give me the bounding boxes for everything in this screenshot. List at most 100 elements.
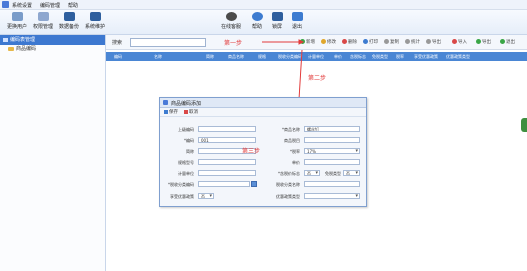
sidebar-item-product-code[interactable]: 商品编码 [0, 45, 105, 54]
online-support-button[interactable]: 在线客服 [218, 12, 244, 32]
column-header[interactable]: 含税标志 [350, 54, 366, 60]
pref-type-select[interactable] [304, 193, 360, 199]
column-header[interactable]: 商品名称 [228, 54, 244, 60]
monitor-icon [63, 12, 75, 21]
cancel-button[interactable]: 取消 [184, 109, 198, 115]
backup-button[interactable]: 数据备份 [56, 12, 82, 32]
add-icon [300, 39, 305, 44]
quit-icon [500, 39, 505, 44]
column-header[interactable]: 计量单位 [308, 54, 324, 60]
side-handle[interactable] [521, 118, 527, 132]
column-header[interactable]: 优惠政策类型 [446, 54, 470, 60]
column-header[interactable]: 单价 [334, 54, 342, 60]
exit-button[interactable]: 退出 [284, 12, 310, 32]
tax-item-label: 税收分类名称 [276, 182, 300, 187]
name-field[interactable]: 螺丝钉 [304, 126, 360, 132]
main-toolbar: 更换用户 权限管理 数据备份 系统维护 在线客服 帮助 锁屏 退出 [0, 10, 527, 35]
sidebar-title: 编码表管理 [10, 37, 36, 43]
column-header[interactable]: 税率 [396, 54, 404, 60]
price-field[interactable] [304, 159, 360, 165]
dialog-toolbar: 保存 取消 [160, 108, 366, 117]
exempt-type-select[interactable]: 否 [343, 170, 360, 176]
sidebar-item-label: 商品编码 [16, 46, 37, 52]
column-header[interactable]: 编码 [114, 54, 122, 60]
menu-system-settings[interactable]: 系统设置 [12, 2, 32, 9]
export-button[interactable]: 导出 [476, 39, 491, 45]
list-icon [3, 38, 8, 42]
grid-header: 编码 名称 简称 商品名称 规格 税收分类编码 计量单位 单价 含税标志 免税类… [106, 52, 527, 61]
preferential-select[interactable]: 否 [198, 193, 214, 199]
stats-button[interactable]: 统计 [405, 39, 420, 45]
cancel-icon [184, 109, 188, 114]
preferential-label: 享受优惠政策 [170, 194, 194, 199]
edit-icon [321, 39, 326, 44]
copy-button[interactable]: 复制 [384, 39, 399, 45]
tax-included-select[interactable]: 否 [304, 170, 320, 176]
column-header[interactable]: 规格 [258, 54, 266, 60]
tax-included-label: *含税价标志 [278, 171, 300, 176]
export-gray-button[interactable]: 导出 [426, 39, 441, 45]
stats-icon [405, 39, 410, 44]
window-icon [163, 100, 168, 105]
tax-item-field[interactable] [304, 181, 360, 187]
key-icon [37, 12, 49, 21]
import-button[interactable]: 导入 [452, 39, 467, 45]
print-button[interactable]: 打印 [363, 39, 378, 45]
name-label: *商品名称 [282, 127, 300, 132]
price-label: 单价 [292, 160, 300, 165]
switch-user-button[interactable]: 更换用户 [4, 12, 30, 32]
print-icon [363, 39, 368, 44]
sidebar-header: 编码表管理 [0, 35, 105, 45]
exit-icon [291, 12, 303, 21]
folder-icon [8, 47, 14, 51]
save-icon [164, 109, 168, 114]
search-input[interactable] [130, 38, 206, 47]
maintenance-button[interactable]: 系统维护 [82, 12, 108, 32]
step-two-label: 第二步 [308, 75, 327, 82]
column-header[interactable]: 免税类型 [372, 54, 388, 60]
permissions-button[interactable]: 权限管理 [30, 12, 56, 32]
product-name-label: 商品税目 [284, 138, 300, 143]
dialog-title-bar: 商品编码添加 [160, 98, 366, 108]
help-icon [251, 12, 263, 21]
delete-icon [342, 39, 347, 44]
column-header[interactable]: 简称 [206, 54, 214, 60]
import-icon [452, 39, 457, 44]
parent-code-label: 上级编码 [178, 127, 194, 132]
app-logo-icon [2, 1, 9, 8]
export-icon [426, 39, 431, 44]
add-button[interactable]: 新增 [300, 39, 315, 45]
tax-code-field[interactable] [198, 181, 250, 187]
menu-code-management[interactable]: 编码管理 [40, 2, 60, 9]
column-header[interactable]: 名称 [154, 54, 162, 60]
edit-button[interactable]: 修改 [321, 39, 336, 45]
monitor-icon [271, 12, 283, 21]
export-icon [476, 39, 481, 44]
tax-rate-label: *税率 [290, 149, 300, 154]
column-header[interactable]: 享受优惠政策 [414, 54, 438, 60]
list-toolbar: 搜索 第一步 新增 修改 删除 打印 复制 统计 导出 导入 导出 退出 [106, 35, 527, 50]
delete-button[interactable]: 删除 [342, 39, 357, 45]
tax-code-label: *税收分类编码 [168, 182, 194, 187]
headset-icon [225, 12, 237, 21]
tax-code-lookup-button[interactable] [251, 181, 257, 187]
copy-icon [384, 39, 389, 44]
monitor-icon [89, 12, 101, 21]
step-three-label: 第三步 [242, 148, 261, 155]
menu-bar: 系统设置 编码管理 帮助 [0, 0, 527, 10]
unit-field[interactable] [198, 170, 256, 176]
step-one-label: 第一步 [224, 40, 243, 47]
menu-help[interactable]: 帮助 [68, 2, 78, 9]
column-header[interactable]: 税收分类编码 [278, 54, 302, 60]
parent-code-field[interactable] [198, 126, 256, 132]
quit-button[interactable]: 退出 [500, 39, 515, 45]
pref-type-label: 优惠政策类型 [276, 194, 300, 199]
dialog-title: 商品编码添加 [171, 101, 202, 107]
spec-field[interactable] [198, 159, 256, 165]
tax-rate-select[interactable]: 17% [304, 148, 360, 154]
user-switch-icon [11, 12, 23, 21]
sidebar: 编码表管理 商品编码 [0, 35, 106, 271]
code-field[interactable]: 001 [198, 137, 256, 143]
save-button[interactable]: 保存 [164, 109, 178, 115]
product-name-field[interactable] [304, 137, 360, 143]
